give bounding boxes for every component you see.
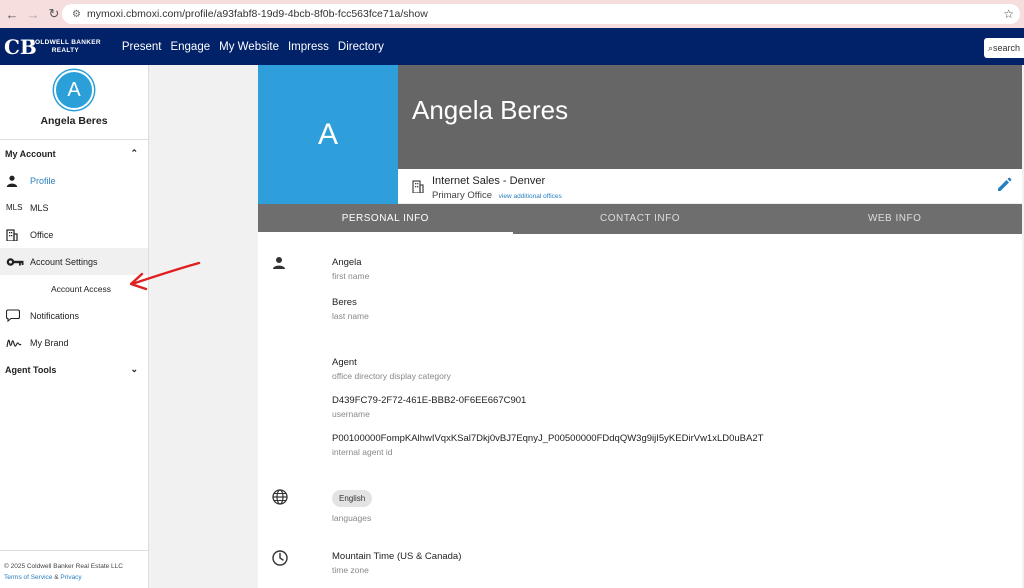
reload-icon[interactable]: ↻ — [45, 5, 63, 23]
nav-present[interactable]: Present — [122, 41, 162, 53]
signature-icon — [0, 338, 30, 348]
language-chip: English — [332, 490, 373, 507]
sidebar-item-my-brand[interactable]: My Brand — [0, 329, 148, 356]
url-text: mymoxi.cbmoxi.com/profile/a93fabf8-19d9-… — [86, 8, 428, 20]
mls-icon: MLS — [6, 203, 23, 212]
search-label: search — [993, 43, 1021, 53]
agent-tools-section[interactable]: Agent Tools ⌄ — [0, 356, 148, 383]
clock-icon — [272, 550, 288, 569]
cb-logo-icon: CB — [4, 34, 37, 59]
sidebar-item-mls[interactable]: MLS MLS — [0, 194, 148, 221]
top-nav: Present Engage My Website Impress Direct… — [122, 41, 393, 53]
office-row: Internet Sales - Denver Primary Office v… — [398, 169, 1022, 204]
sidebar-user-name: Angela Beres — [40, 115, 108, 127]
site-settings-icon[interactable]: ⚙ — [72, 9, 81, 20]
back-icon[interactable]: ← — [3, 5, 21, 23]
first-name-label: first name — [332, 271, 370, 281]
bookmark-star-icon[interactable]: ☆ — [1003, 7, 1014, 21]
languages-label: languages — [332, 513, 372, 523]
sidebar-item-label: My Brand — [30, 337, 69, 348]
tab-personal-info[interactable]: PERSONAL INFO — [258, 204, 513, 234]
profile-tabs: PERSONAL INFO CONTACT INFO WEB INFO — [258, 204, 1022, 234]
agent-tools-label: Agent Tools — [5, 364, 57, 375]
tab-web-info[interactable]: WEB INFO — [767, 204, 1022, 234]
sidebar: A Angela Beres My Account ⌃ Profile MLS … — [0, 65, 149, 588]
username-label: username — [332, 409, 370, 419]
my-account-label: My Account — [5, 148, 56, 159]
avatar[interactable]: A — [54, 70, 94, 110]
office-name: Internet Sales - Denver — [432, 175, 546, 187]
brand-logo[interactable]: CB COLDWELL BANKER REALTY — [4, 34, 101, 60]
sidebar-item-profile[interactable]: Profile — [0, 167, 148, 194]
annotation-arrow-icon — [129, 261, 201, 291]
sidebar-item-notifications[interactable]: Notifications — [0, 302, 148, 329]
sidebar-item-label: Notifications — [30, 310, 80, 321]
display-category-value: Agent — [332, 357, 357, 368]
brand-line2: REALTY — [51, 46, 80, 54]
profile-hero: A Angela Beres Internet Sales - Denver P… — [258, 65, 1022, 204]
nav-impress[interactable]: Impress — [288, 41, 329, 53]
chevron-up-icon: ⌃ — [130, 148, 138, 158]
languages-field: English languages — [332, 488, 373, 523]
nav-engage[interactable]: Engage — [170, 41, 210, 53]
edit-pencil-icon[interactable] — [996, 177, 1012, 198]
time-zone-value: Mountain Time (US & Canada) — [332, 551, 462, 562]
view-additional-offices-link[interactable]: view additional offices — [499, 193, 562, 200]
person-icon — [272, 256, 286, 273]
footer-ampersand: & — [54, 574, 59, 581]
terms-link[interactable]: Terms of Service — [4, 574, 52, 581]
profile-card: A Angela Beres Internet Sales - Denver P… — [258, 65, 1022, 588]
profile-name: Angela Beres — [412, 95, 569, 125]
sidebar-item-office[interactable]: Office — [0, 221, 148, 248]
time-zone-field: Mountain Time (US & Canada) time zone — [332, 551, 461, 575]
forward-icon[interactable]: → — [24, 5, 42, 23]
sidebar-item-label: MLS — [30, 202, 49, 213]
browser-toolbar: ← → ↻ ⚙ mymoxi.cbmoxi.com/profile/a93fab… — [0, 0, 1024, 28]
last-name-label: last name — [332, 311, 369, 321]
profile-banner: Angela Beres — [398, 65, 1022, 169]
copyright-text: © 2025 Coldwell Banker Real Estate LLC — [4, 563, 123, 570]
app-header: CB COLDWELL BANKER REALTY Present Engage… — [0, 28, 1024, 65]
profile-avatar[interactable]: A — [258, 65, 398, 204]
internal-id-value: P00100000FompKAlhwIVqxKSal7Dkj0vBJ7EqnyJ… — [332, 433, 764, 444]
first-name-field: Angela first name — [332, 257, 369, 281]
last-name-value: Beres — [332, 297, 357, 308]
brand-line1: COLDWELL BANKER — [30, 38, 101, 46]
nav-directory[interactable]: Directory — [338, 41, 384, 53]
person-icon — [0, 175, 30, 187]
display-category-field: Agent office directory display category — [332, 357, 451, 381]
chat-bubble-icon — [0, 309, 30, 322]
username-field: D439FC79-2F72-461E-BBB2-0F6EE667C901 use… — [332, 395, 526, 419]
sidebar-item-label: Office — [30, 229, 54, 240]
time-zone-label: time zone — [332, 565, 369, 575]
office-type: Primary Office — [432, 190, 493, 201]
building-icon — [412, 180, 424, 196]
last-name-field: Beres last name — [332, 297, 369, 321]
sidebar-item-label: Profile — [30, 175, 56, 186]
address-bar[interactable]: ⚙ mymoxi.cbmoxi.com/profile/a93fabf8-19d… — [62, 4, 1020, 24]
key-icon — [0, 257, 30, 267]
globe-icon — [272, 489, 288, 508]
sidebar-profile: A Angela Beres — [0, 70, 148, 140]
username-value: D439FC79-2F72-461E-BBB2-0F6EE667C901 — [332, 395, 527, 406]
first-name-value: Angela — [332, 257, 362, 268]
chevron-down-icon: ⌄ — [130, 364, 138, 374]
my-account-section[interactable]: My Account ⌃ — [0, 140, 148, 167]
sidebar-footer: © 2025 Coldwell Banker Real Estate LLC T… — [0, 550, 148, 588]
search-input[interactable]: ⌕ search — [984, 38, 1024, 58]
internal-id-label: internal agent id — [332, 447, 393, 457]
display-category-label: office directory display category — [332, 371, 451, 381]
building-icon — [0, 228, 30, 241]
sidebar-item-label: Account Settings — [30, 256, 98, 267]
internal-id-field: P00100000FompKAlhwIVqxKSal7Dkj0vBJ7EqnyJ… — [332, 433, 763, 457]
privacy-link[interactable]: Privacy — [60, 574, 81, 581]
tab-contact-info[interactable]: CONTACT INFO — [513, 204, 768, 234]
nav-my-website[interactable]: My Website — [219, 41, 279, 53]
